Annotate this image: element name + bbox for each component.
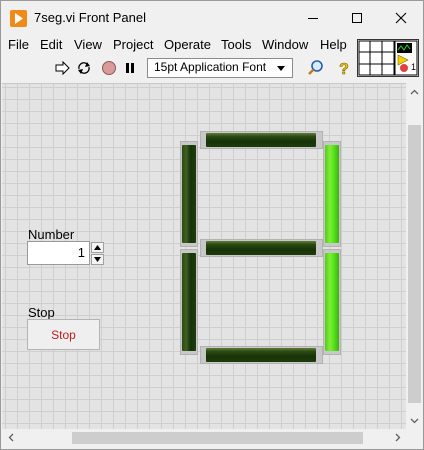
menu-window[interactable]: Window [262, 37, 308, 52]
minimize-button[interactable] [291, 1, 335, 35]
maximize-icon [352, 13, 362, 23]
pause-button[interactable] [121, 59, 139, 77]
abort-button[interactable] [100, 59, 118, 77]
horizontal-scrollbar[interactable] [2, 429, 406, 447]
window-title: 7seg.vi Front Panel [34, 10, 147, 25]
chevron-down-icon [410, 418, 419, 423]
menu-operate[interactable]: Operate [164, 37, 211, 52]
triangle-up-icon [94, 245, 101, 250]
menu-tools[interactable]: Tools [221, 37, 251, 52]
labview-window: 7seg.vi Front Panel File Edit View Proje… [0, 0, 424, 450]
scroll-left-button[interactable] [2, 429, 19, 446]
segment-upper-right [325, 145, 339, 243]
font-select[interactable]: 15pt Application Font [147, 58, 293, 78]
run-button[interactable] [53, 59, 71, 77]
number-label: Number [28, 227, 75, 242]
search-button[interactable] [307, 59, 325, 77]
minimize-icon [308, 18, 318, 19]
vertical-scroll-thumb[interactable] [408, 125, 421, 403]
help-icon: ? [339, 61, 349, 77]
font-select-value: 15pt Application Font [154, 60, 267, 74]
menu-project[interactable]: Project [113, 37, 153, 52]
menu-help[interactable]: Help [320, 37, 347, 52]
chevron-down-icon [277, 66, 285, 71]
menu-bar: File Edit View Project Operate Tools Win… [1, 35, 351, 55]
segment-top [206, 133, 316, 147]
abort-icon [102, 61, 116, 75]
number-input[interactable]: 1 [27, 241, 90, 265]
vertical-scrollbar[interactable] [406, 83, 423, 429]
pause-icon [126, 63, 134, 73]
scroll-right-button[interactable] [389, 429, 406, 446]
connector-pane-label: 1 [411, 62, 417, 72]
scroll-up-button[interactable] [406, 83, 423, 100]
segment-lower-left [182, 253, 196, 351]
number-decrement-button[interactable] [91, 254, 104, 265]
connector-pane-grid-icon [358, 40, 418, 76]
number-increment-button[interactable] [91, 242, 104, 253]
horizontal-scroll-thumb[interactable] [72, 432, 363, 444]
segment-lower-right [325, 253, 339, 351]
segment-upper-left [182, 145, 196, 243]
run-arrow-icon [55, 60, 70, 76]
chevron-left-icon [8, 433, 13, 442]
maximize-button[interactable] [335, 1, 379, 35]
close-button[interactable] [379, 1, 423, 35]
menu-view[interactable]: View [74, 37, 102, 52]
scroll-corner [406, 429, 423, 447]
run-continuously-icon [78, 62, 90, 74]
segment-bottom [206, 348, 316, 362]
svg-text:?: ? [339, 61, 349, 77]
chevron-right-icon [395, 433, 400, 442]
menu-edit[interactable]: Edit [40, 37, 62, 52]
run-continuously-button[interactable] [75, 59, 93, 77]
triangle-down-icon [94, 257, 101, 262]
stop-label: Stop [28, 305, 55, 320]
close-icon [395, 12, 407, 24]
menu-file[interactable]: File [8, 37, 29, 52]
connector-pane[interactable]: 1 [357, 39, 419, 77]
title-bar[interactable]: 7seg.vi Front Panel [1, 1, 423, 35]
scroll-down-button[interactable] [406, 412, 423, 429]
stop-button[interactable]: Stop [27, 319, 100, 350]
labview-app-icon [10, 10, 27, 27]
help-button[interactable]: ? [335, 59, 353, 77]
search-icon [308, 60, 323, 75]
segment-middle [206, 241, 316, 255]
chevron-up-icon [410, 89, 419, 94]
